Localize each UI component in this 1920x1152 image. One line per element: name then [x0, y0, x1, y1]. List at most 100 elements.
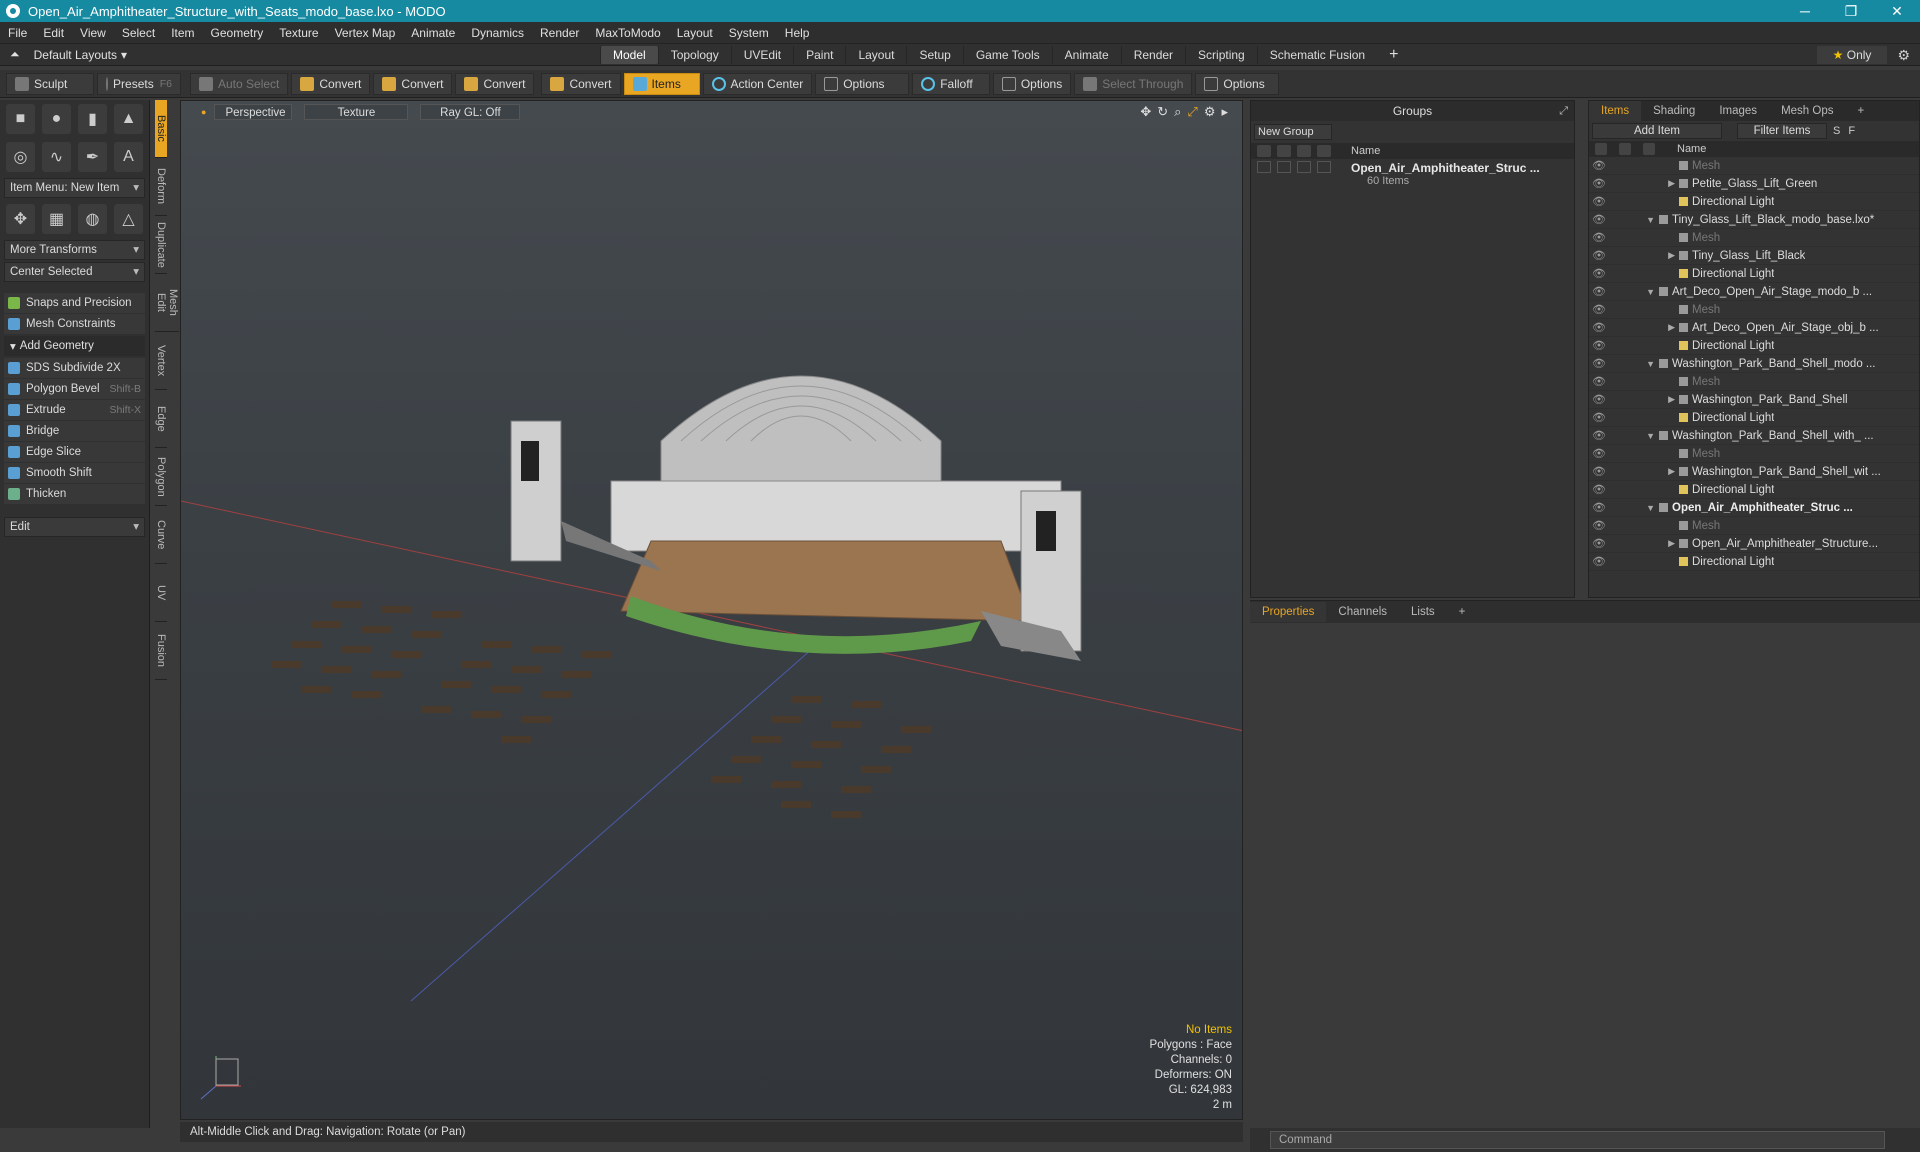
expand-arrow-icon[interactable]: ▼	[1609, 359, 1659, 369]
item-row[interactable]: 👁 Directional Light	[1589, 193, 1919, 211]
sidetab-vertex[interactable]: Vertex	[155, 332, 167, 390]
item-row[interactable]: 👁 Mesh	[1589, 445, 1919, 463]
bridge-button[interactable]: Bridge	[4, 421, 145, 441]
close-icon[interactable]: ✕	[1874, 3, 1920, 20]
torus-icon[interactable]: ◎	[6, 142, 35, 172]
menu-view[interactable]: View	[72, 26, 114, 40]
filter-items-input[interactable]: Filter Items	[1737, 123, 1827, 139]
item-row[interactable]: 👁 ▶ Open_Air_Amphitheater_Structure...	[1589, 535, 1919, 553]
thicken-button[interactable]: Thicken	[4, 484, 145, 504]
menu-maxtomodo[interactable]: MaxToModo	[587, 26, 668, 40]
item-row[interactable]: 👁 ▶ Tiny_Glass_Lift_Black	[1589, 247, 1919, 265]
item-row[interactable]: 👁 Mesh	[1589, 517, 1919, 535]
expand-arrow-icon[interactable]: ▼	[1609, 431, 1659, 441]
convert-button-4[interactable]: Convert	[541, 72, 621, 95]
tab-paint[interactable]: Paint	[793, 45, 845, 64]
tab-images[interactable]: Images	[1707, 101, 1769, 121]
item-row[interactable]: 👁 ▼ Open_Air_Amphitheater_Struc ...	[1589, 499, 1919, 517]
center-selected-dropdown[interactable]: Center Selected	[4, 262, 145, 282]
tab-game-tools[interactable]: Game Tools	[962, 45, 1052, 64]
item-row[interactable]: 👁 Directional Light	[1589, 553, 1919, 571]
expand-arrow-icon[interactable]: ▶	[1609, 466, 1679, 477]
eye-icon[interactable]: 👁	[1589, 177, 1609, 190]
expand-arrow-icon[interactable]: ▼	[1609, 503, 1659, 513]
eye-icon[interactable]: 👁	[1589, 267, 1609, 280]
eye-icon[interactable]: 👁	[1589, 375, 1609, 388]
expand-arrow-icon[interactable]: ▼	[1609, 215, 1659, 225]
tab-setup[interactable]: Setup	[906, 45, 962, 64]
sidetab-deform[interactable]: Deform	[155, 158, 167, 216]
eye-icon[interactable]: 👁	[1589, 285, 1609, 298]
menu-edit[interactable]: Edit	[35, 26, 72, 40]
3d-viewport[interactable]: ● Perspective Texture Ray GL: Off ✥ ↻ ⌕ …	[180, 100, 1243, 1120]
add-tab-icon[interactable]: +	[1845, 101, 1876, 121]
menu-dynamics[interactable]: Dynamics	[463, 26, 532, 40]
add-item-button[interactable]: Add Item	[1592, 123, 1722, 139]
items-mode-button[interactable]: Items	[623, 72, 700, 95]
menu-help[interactable]: Help	[777, 26, 818, 40]
eye-icon[interactable]: 👁	[1589, 303, 1609, 316]
add-geometry-header[interactable]: ▾ Add Geometry	[4, 336, 145, 356]
expand-arrow-icon[interactable]: ▶	[1609, 322, 1679, 333]
eye-icon[interactable]: 👁	[1589, 393, 1609, 406]
menu-render[interactable]: Render	[532, 26, 587, 40]
smooth-shift-button[interactable]: Smooth Shift	[4, 463, 145, 483]
eye-icon[interactable]: 👁	[1589, 231, 1609, 244]
edge-slice-button[interactable]: Edge Slice	[4, 442, 145, 462]
expand-arrow-icon[interactable]: ▶	[1609, 178, 1679, 189]
menu-select[interactable]: Select	[114, 26, 163, 40]
item-row[interactable]: 👁 ▼ Washington_Park_Band_Shell_modo ...	[1589, 355, 1919, 373]
pyramid-icon[interactable]: △	[114, 204, 143, 234]
eye-icon[interactable]: 👁	[1589, 429, 1609, 442]
convert-button-3[interactable]: Convert	[455, 72, 535, 95]
expand-arrow-icon[interactable]: ▼	[1609, 287, 1659, 297]
render-col-icon[interactable]	[1277, 145, 1291, 157]
tab-uvedit[interactable]: UVEdit	[730, 45, 793, 64]
item-row[interactable]: 👁 ▼ Washington_Park_Band_Shell_with_ ...	[1589, 427, 1919, 445]
eye-icon[interactable]: 👁	[1589, 537, 1609, 550]
text-icon[interactable]: A	[114, 142, 143, 172]
globe-icon[interactable]: ◍	[78, 204, 107, 234]
menu-geometry[interactable]: Geometry	[203, 26, 272, 40]
tab-topology[interactable]: Topology	[657, 45, 731, 64]
more-transforms-dropdown[interactable]: More Transforms	[4, 240, 145, 260]
edit-dropdown[interactable]: Edit	[4, 517, 145, 537]
tab-model[interactable]: Model	[600, 45, 658, 64]
s-toggle[interactable]: S	[1833, 125, 1840, 137]
menu-vertex-map[interactable]: Vertex Map	[327, 26, 404, 40]
eye-icon[interactable]	[1257, 161, 1271, 173]
groups-name-column[interactable]: Name	[1351, 145, 1380, 157]
item-row[interactable]: 👁 Directional Light	[1589, 481, 1919, 499]
auto-select-button[interactable]: Auto Select	[190, 72, 289, 95]
options-button-3[interactable]: Options	[1195, 72, 1280, 95]
eye-icon[interactable]: 👁	[1589, 213, 1609, 226]
eye-icon[interactable]: 👁	[1589, 249, 1609, 262]
sidetab-edge[interactable]: Edge	[155, 390, 167, 448]
tab-items[interactable]: Items	[1589, 101, 1642, 121]
sidetab-curve[interactable]: Curve	[155, 506, 167, 564]
eye-icon[interactable]: 👁	[1589, 555, 1609, 568]
polygon-bevel-button[interactable]: Polygon Bevel Shift-B	[4, 379, 145, 399]
sidetab-duplicate[interactable]: Duplicate	[155, 216, 167, 274]
snaps-button[interactable]: Snaps and Precision	[4, 293, 145, 313]
tab-render[interactable]: Render	[1120, 45, 1185, 64]
sidetab-fusion[interactable]: Fusion	[155, 622, 167, 680]
eye-icon[interactable]: 👁	[1589, 159, 1609, 172]
pen-icon[interactable]: ✒	[78, 142, 107, 172]
sidetab-basic[interactable]: Basic	[155, 100, 167, 158]
cone-icon[interactable]: ▲	[114, 104, 143, 134]
action-center-button[interactable]: Action Center	[702, 72, 813, 95]
item-row[interactable]: 👁 Directional Light	[1589, 265, 1919, 283]
eye-icon[interactable]: 👁	[1589, 357, 1609, 370]
eye-icon[interactable]: 👁	[1589, 411, 1609, 424]
item-row[interactable]: 👁 Directional Light	[1589, 409, 1919, 427]
menu-layout[interactable]: Layout	[669, 26, 721, 40]
menu-file[interactable]: File	[0, 26, 35, 40]
minimize-icon[interactable]: ─	[1782, 3, 1828, 19]
gear-icon[interactable]: ⚙	[1897, 47, 1910, 64]
cylinder-icon[interactable]: ▮	[78, 104, 107, 134]
tube-icon[interactable]: ∿	[42, 142, 71, 172]
grid-icon[interactable]: ▦	[42, 204, 71, 234]
eye-icon[interactable]: 👁	[1589, 321, 1609, 334]
tab-shading[interactable]: Shading	[1641, 101, 1707, 121]
